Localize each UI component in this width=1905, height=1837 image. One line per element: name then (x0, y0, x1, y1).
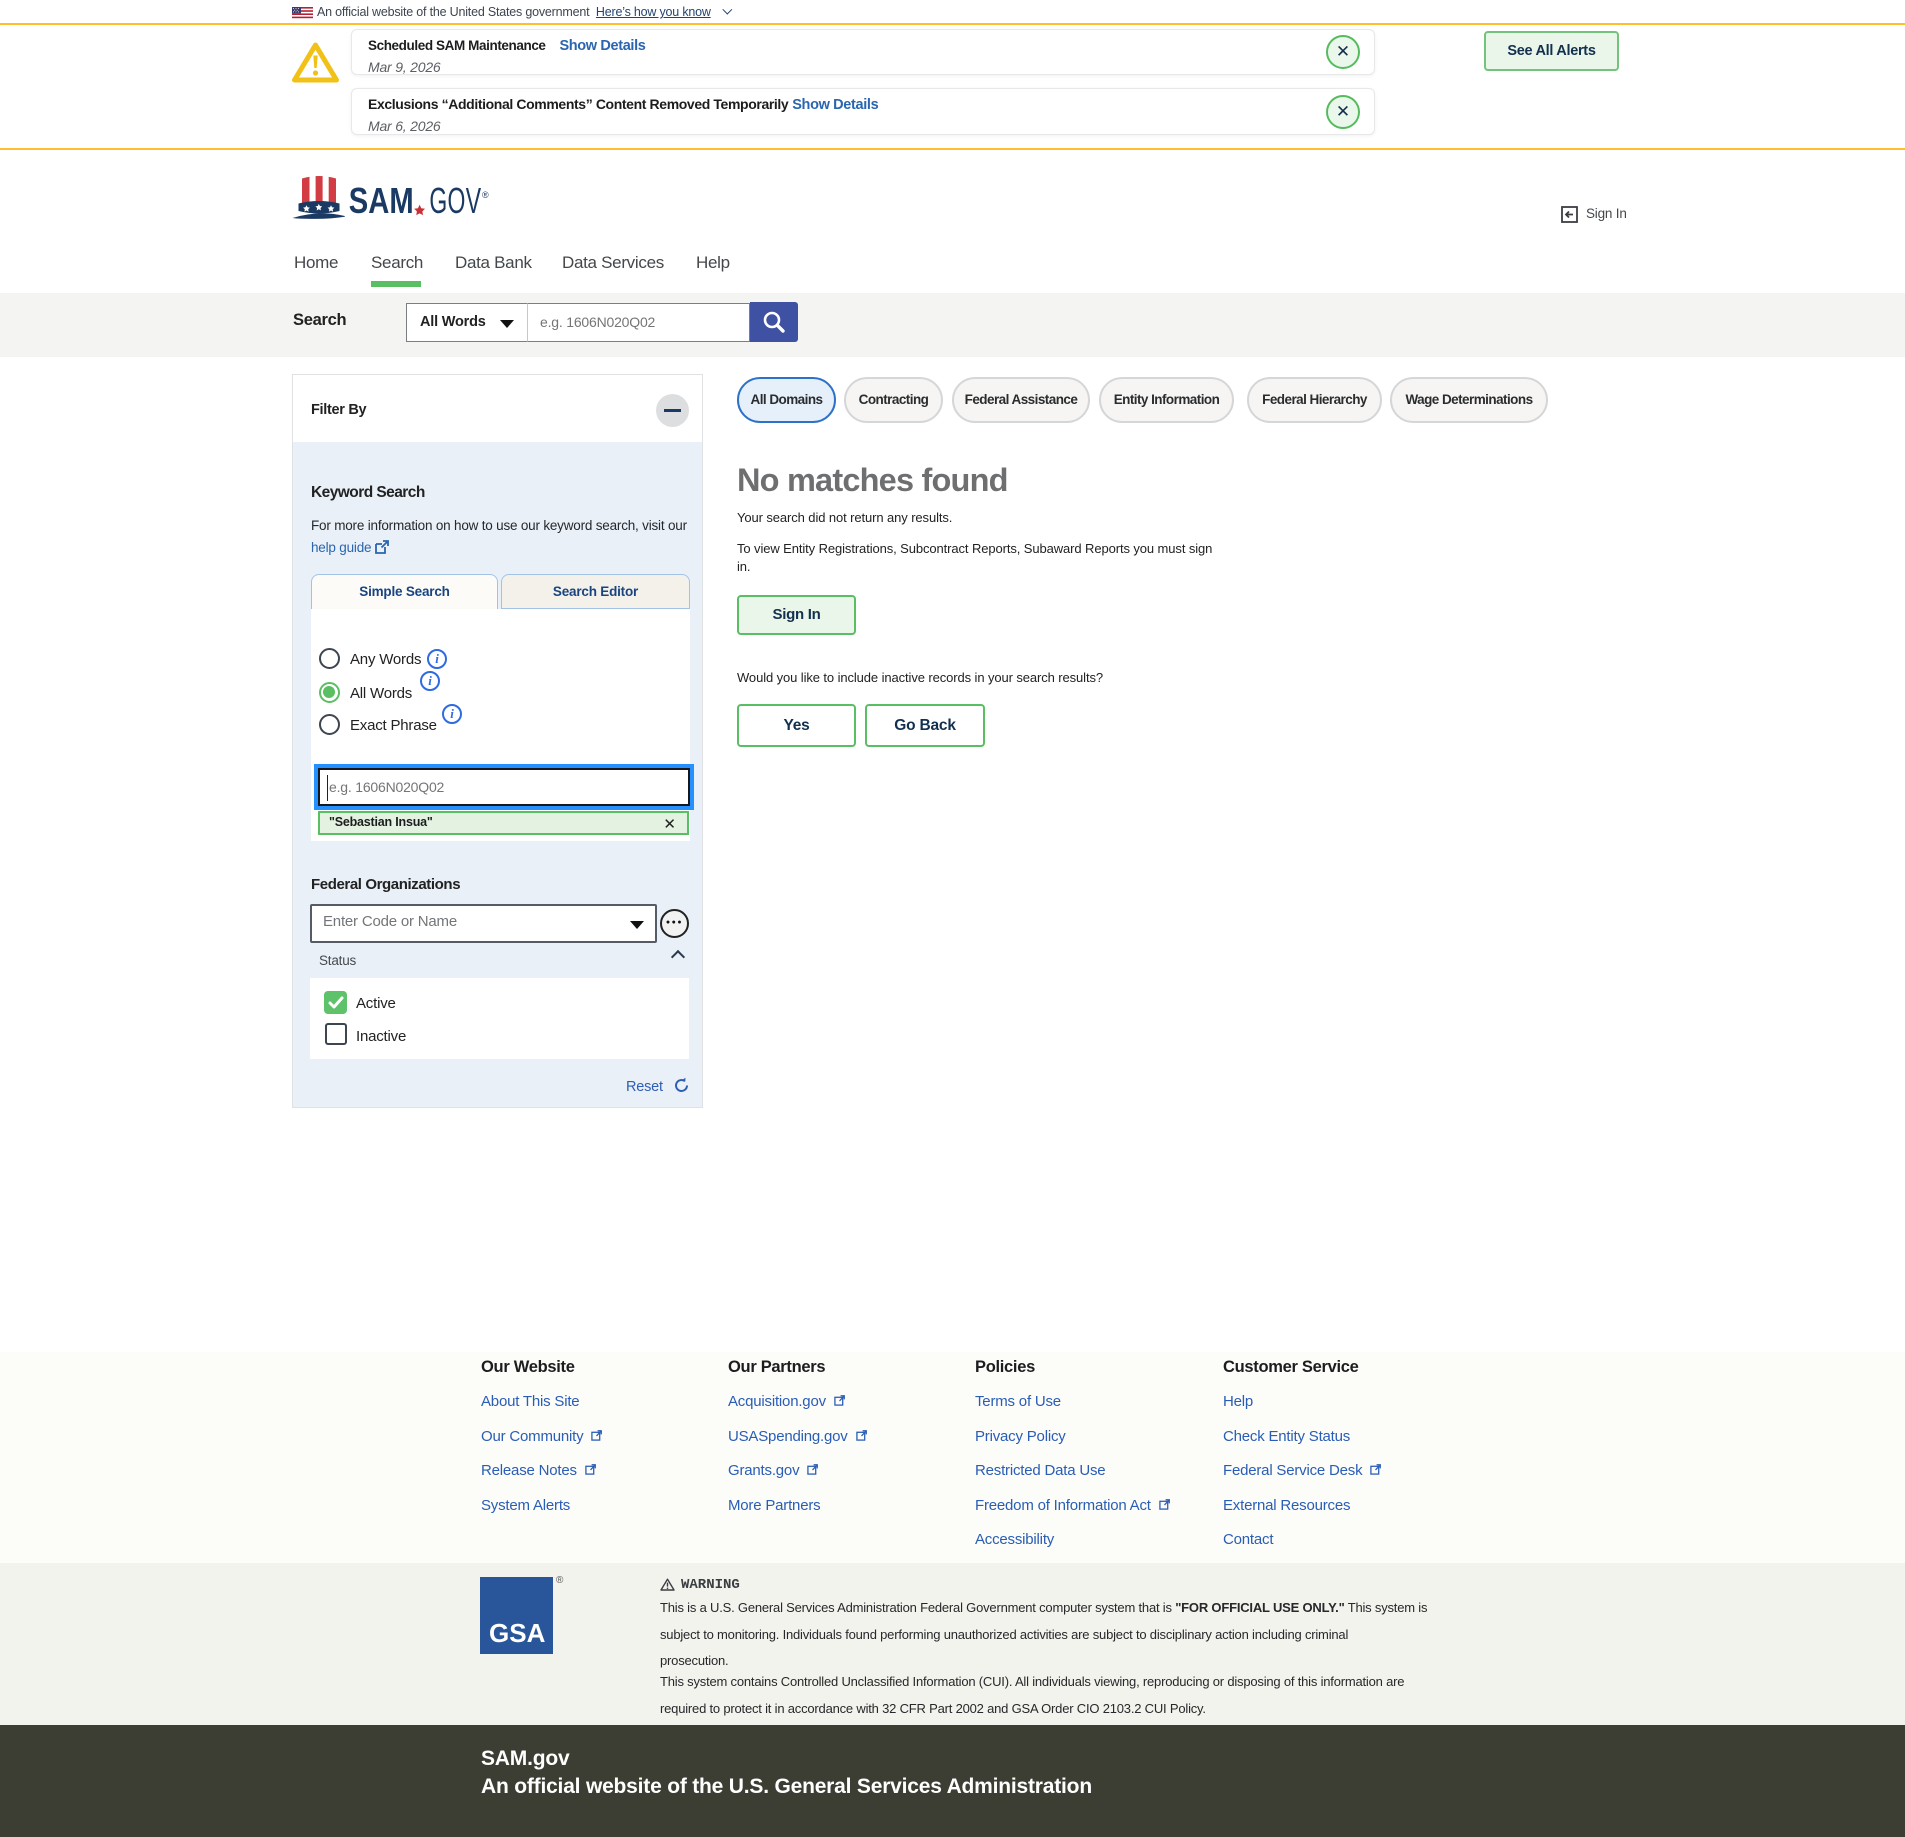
svg-text:®: ® (482, 190, 489, 200)
svg-text:GOV: GOV (429, 181, 481, 220)
svg-text:SAM: SAM (349, 181, 414, 220)
